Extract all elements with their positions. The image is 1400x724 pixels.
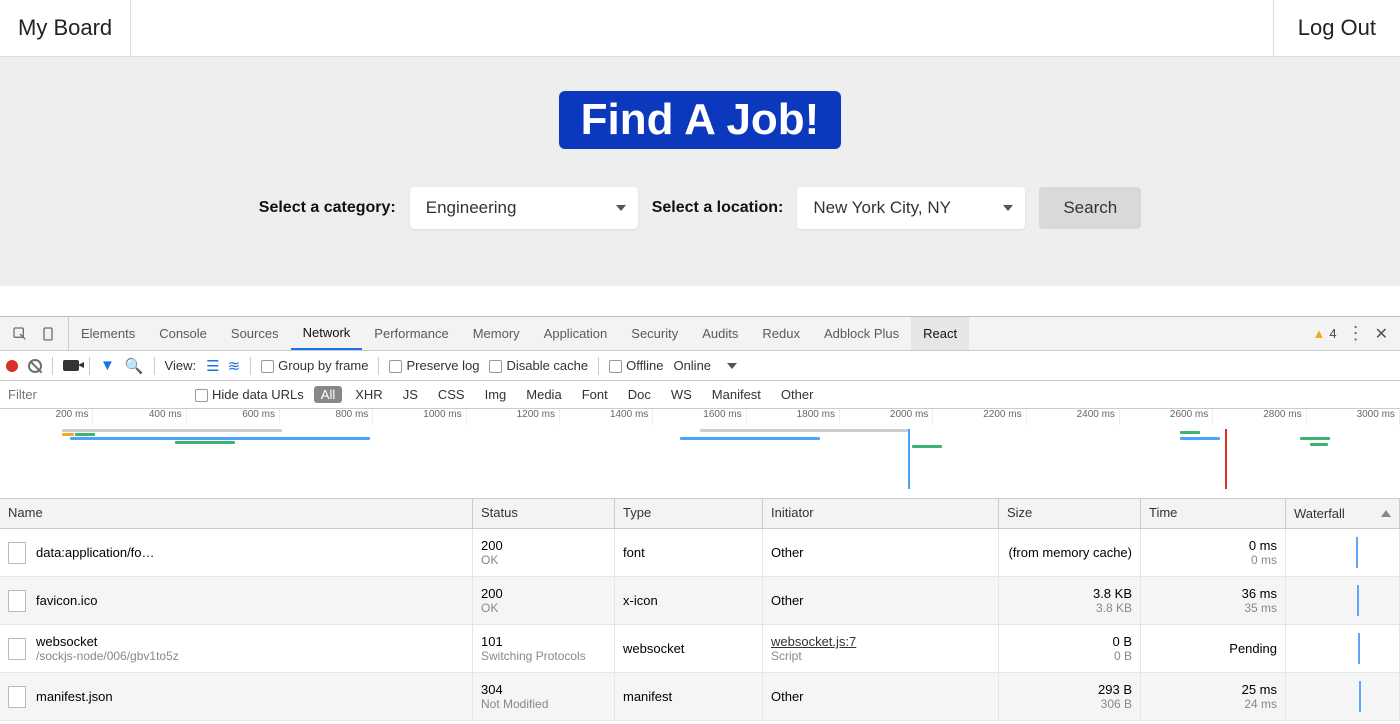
timeline-tick: 200 ms bbox=[0, 409, 93, 425]
timeline-tick: 1000 ms bbox=[373, 409, 466, 425]
timeline-tick: 1400 ms bbox=[560, 409, 653, 425]
tab-redux[interactable]: Redux bbox=[750, 317, 812, 350]
timeline-tick: 1600 ms bbox=[653, 409, 746, 425]
app-header: My Board Log Out bbox=[0, 0, 1400, 57]
file-icon bbox=[8, 686, 26, 708]
large-rows-icon[interactable]: ☰ bbox=[206, 357, 219, 375]
table-row[interactable]: data:application/fo…200OKfontOther(from … bbox=[0, 529, 1400, 577]
tab-security[interactable]: Security bbox=[619, 317, 690, 350]
disable-cache-checkbox[interactable]: Disable cache bbox=[489, 358, 588, 373]
search-button[interactable]: Search bbox=[1039, 187, 1141, 229]
filter-type-css[interactable]: CSS bbox=[431, 386, 472, 403]
tab-performance[interactable]: Performance bbox=[362, 317, 460, 350]
col-initiator[interactable]: Initiator bbox=[763, 499, 999, 528]
record-button[interactable] bbox=[6, 360, 18, 372]
timeline-tick: 800 ms bbox=[280, 409, 373, 425]
search-icon[interactable]: 🔍 bbox=[125, 357, 144, 375]
logout-button[interactable]: Log Out bbox=[1273, 0, 1400, 56]
category-value: Engineering bbox=[426, 198, 517, 218]
file-icon bbox=[8, 638, 26, 660]
filter-type-manifest[interactable]: Manifest bbox=[705, 386, 768, 403]
timeline-tick: 400 ms bbox=[93, 409, 186, 425]
hide-data-urls-checkbox[interactable]: Hide data URLs bbox=[195, 387, 304, 402]
timeline-tick: 2600 ms bbox=[1120, 409, 1213, 425]
network-toolbar: ▼ 🔍 View: ☰ ≋ Group by frame Preserve lo… bbox=[0, 351, 1400, 381]
filter-type-font[interactable]: Font bbox=[575, 386, 615, 403]
table-row[interactable]: websocket/sockjs-node/006/gbv1to5z101Swi… bbox=[0, 625, 1400, 673]
view-label: View: bbox=[165, 358, 197, 373]
timeline-tick: 3000 ms bbox=[1307, 409, 1400, 425]
preserve-log-checkbox[interactable]: Preserve log bbox=[389, 358, 479, 373]
category-label: Select a category: bbox=[259, 199, 396, 217]
col-type[interactable]: Type bbox=[615, 499, 763, 528]
clear-button[interactable] bbox=[28, 359, 42, 373]
filter-input[interactable] bbox=[0, 381, 195, 408]
brand-link[interactable]: My Board bbox=[0, 0, 131, 56]
col-name[interactable]: Name bbox=[0, 499, 473, 528]
file-icon bbox=[8, 590, 26, 612]
col-status[interactable]: Status bbox=[473, 499, 615, 528]
tab-memory[interactable]: Memory bbox=[461, 317, 532, 350]
col-size[interactable]: Size bbox=[999, 499, 1141, 528]
timeline-overview[interactable]: 200 ms400 ms600 ms800 ms1000 ms1200 ms14… bbox=[0, 409, 1400, 499]
tab-application[interactable]: Application bbox=[532, 317, 620, 350]
hero-title: Find A Job! bbox=[559, 91, 842, 149]
warnings-badge[interactable]: ▲4 bbox=[1312, 326, 1336, 341]
tab-react[interactable]: React bbox=[911, 317, 969, 350]
screenshot-icon[interactable] bbox=[63, 360, 79, 371]
filter-type-media[interactable]: Media bbox=[519, 386, 568, 403]
filter-row: Hide data URLs All XHR JS CSS Img Media Font Do… bbox=[0, 381, 1400, 409]
tab-adblock-plus[interactable]: Adblock Plus bbox=[812, 317, 911, 350]
filter-type-xhr[interactable]: XHR bbox=[348, 386, 389, 403]
location-value: New York City, NY bbox=[813, 198, 951, 218]
filter-type-all[interactable]: All bbox=[314, 386, 342, 403]
caret-down-icon[interactable] bbox=[727, 363, 737, 369]
filter-type-js[interactable]: JS bbox=[396, 386, 425, 403]
tab-audits[interactable]: Audits bbox=[690, 317, 750, 350]
timeline-tick: 2400 ms bbox=[1027, 409, 1120, 425]
sort-asc-icon bbox=[1381, 510, 1391, 517]
table-row[interactable]: manifest.json304Not ModifiedmanifestOthe… bbox=[0, 673, 1400, 721]
offline-checkbox[interactable]: Offline bbox=[609, 358, 663, 373]
location-select[interactable]: New York City, NY bbox=[797, 187, 1025, 229]
online-select[interactable]: Online bbox=[673, 358, 711, 373]
file-icon bbox=[8, 542, 26, 564]
close-icon[interactable]: ✕ bbox=[1375, 324, 1388, 344]
location-label: Select a location: bbox=[652, 199, 784, 217]
tab-sources[interactable]: Sources bbox=[219, 317, 291, 350]
network-table-header: Name Status Type Initiator Size Time Wat… bbox=[0, 499, 1400, 529]
category-select[interactable]: Engineering bbox=[410, 187, 638, 229]
group-by-frame-checkbox[interactable]: Group by frame bbox=[261, 358, 368, 373]
caret-down-icon bbox=[1003, 205, 1013, 211]
timeline-tick: 2800 ms bbox=[1213, 409, 1306, 425]
filter-icon[interactable]: ▼ bbox=[100, 357, 115, 374]
devtools-tabs: ElementsConsoleSourcesNetworkPerformance… bbox=[0, 317, 1400, 351]
timeline-tick: 1800 ms bbox=[747, 409, 840, 425]
timeline-tick: 2000 ms bbox=[840, 409, 933, 425]
tab-network[interactable]: Network bbox=[291, 317, 363, 350]
timeline-tick: 600 ms bbox=[187, 409, 280, 425]
hero-section: Find A Job! Select a category: Engineeri… bbox=[0, 57, 1400, 286]
filter-type-img[interactable]: Img bbox=[478, 386, 514, 403]
waterfall-icon[interactable]: ≋ bbox=[228, 357, 241, 375]
col-waterfall[interactable]: Waterfall bbox=[1286, 499, 1400, 528]
caret-down-icon bbox=[616, 205, 626, 211]
network-table-body: data:application/fo…200OKfontOther(from … bbox=[0, 529, 1400, 724]
col-time[interactable]: Time bbox=[1141, 499, 1286, 528]
filter-type-other[interactable]: Other bbox=[774, 386, 821, 403]
tab-elements[interactable]: Elements bbox=[69, 317, 147, 350]
tab-console[interactable]: Console bbox=[147, 317, 219, 350]
inspect-icon[interactable] bbox=[12, 326, 28, 342]
device-icon[interactable] bbox=[40, 326, 56, 342]
timeline-tick: 1200 ms bbox=[467, 409, 560, 425]
kebab-icon[interactable]: ⋮ bbox=[1347, 323, 1365, 344]
filter-type-ws[interactable]: WS bbox=[664, 386, 699, 403]
filter-type-doc[interactable]: Doc bbox=[621, 386, 658, 403]
table-row[interactable]: favicon.ico200OKx-iconOther3.8 KB3.8 KB3… bbox=[0, 577, 1400, 625]
timeline-tick: 2200 ms bbox=[933, 409, 1026, 425]
devtools-panel: ElementsConsoleSourcesNetworkPerformance… bbox=[0, 316, 1400, 724]
